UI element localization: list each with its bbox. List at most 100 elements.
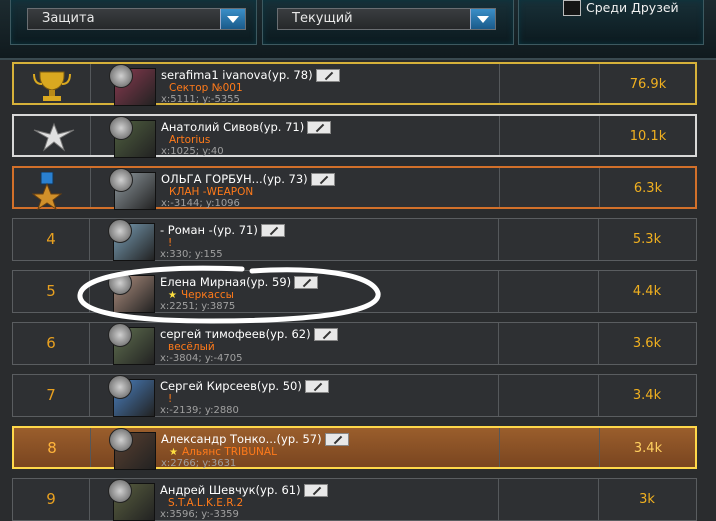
- player-name: Анатолий Сивов(ур. 71): [161, 120, 332, 134]
- player-name: сергей тимофеев(ур. 62): [160, 327, 338, 341]
- player-name-text[interactable]: Александр Тонко...(ур. 57): [161, 432, 322, 446]
- rank-number: 8: [47, 439, 57, 457]
- leaderboard-row[interactable]: 7 Сергей Кирсеев(ур. 50)! x:-2139; y:2880 3…: [12, 374, 697, 417]
- player-score: 6.3k: [633, 181, 663, 196]
- column-divider: [90, 64, 91, 103]
- chevron-down-icon[interactable]: [470, 9, 495, 29]
- clan-name[interactable]: КЛАН -WEAPON: [169, 186, 253, 198]
- clan-emblem-icon: [108, 219, 132, 243]
- rank-number: 9: [46, 490, 56, 508]
- clan-emblem-icon: [109, 64, 133, 88]
- clan-name[interactable]: ★ Альянс TRIBUNAL: [169, 446, 277, 458]
- leaderboard-row[interactable]: 6 сергей тимофеев(ур. 62) весёлый x:-3804; …: [12, 322, 697, 365]
- column-divider: [498, 271, 499, 312]
- pencil-icon[interactable]: [315, 69, 340, 82]
- column-divider: [498, 375, 499, 416]
- player-name-text[interactable]: Анатолий Сивов(ур. 71): [161, 120, 304, 134]
- column-divider: [498, 323, 499, 364]
- player-coordinates: x:330; y:155: [160, 249, 223, 260]
- player-score: 5.3k: [632, 232, 662, 247]
- friends-only-checkbox[interactable]: [563, 0, 581, 16]
- clan-name-text: КЛАН -WEAPON: [169, 186, 254, 198]
- leaderboard-row[interactable]: Анатолий Сивов(ур. 71) Artorius x:1025; y:…: [12, 114, 697, 158]
- category-select-value: Защита: [42, 11, 95, 26]
- clan-emblem-icon: [109, 168, 133, 192]
- clan-emblem-icon: [109, 428, 133, 452]
- clan-name[interactable]: !: [168, 393, 172, 405]
- gold-medal-icon: [32, 68, 72, 120]
- leaderboard-row[interactable]: serafima1 ivanova(ур. 78) Сектор №001 x:51…: [12, 62, 697, 106]
- period-select[interactable]: Текущий: [277, 8, 496, 30]
- clan-name[interactable]: Сектор №001: [169, 82, 243, 94]
- player-score: 10.1k: [629, 129, 667, 144]
- player-name-text[interactable]: сергей тимофеев(ур. 62): [160, 327, 311, 341]
- leaderboard-row[interactable]: 4 - Роман -(ур. 71)! x:330; y:155 5.3k: [12, 218, 697, 261]
- pencil-icon[interactable]: [307, 121, 332, 134]
- clan-name[interactable]: S.T.A.L.K.E.R.2: [168, 497, 243, 509]
- clan-emblem-icon: [109, 116, 133, 140]
- player-score: 3.6k: [632, 336, 662, 351]
- silver-medal-icon: [32, 120, 76, 168]
- column-divider: [499, 168, 500, 207]
- column-divider: [499, 116, 500, 155]
- player-name: Александр Тонко...(ур. 57): [161, 432, 349, 446]
- rank-number: 6: [46, 334, 56, 352]
- player-name: Андрей Шевчук(ур. 61): [160, 483, 328, 497]
- column-divider: [89, 219, 90, 260]
- player-coordinates: x:2766; y:3631: [161, 458, 237, 469]
- player-name-text[interactable]: - Роман -(ур. 71): [160, 223, 258, 237]
- player-score: 4.4k: [632, 284, 662, 299]
- leaderboard-row[interactable]: 8 Александр Тонко...(ур. 57) ★ Альянс TRIBU…: [12, 426, 697, 470]
- column-divider: [89, 323, 90, 364]
- clan-emblem-icon: [108, 323, 132, 347]
- column-divider: [499, 428, 500, 467]
- category-select[interactable]: Защита: [27, 8, 246, 30]
- player-coordinates: x:-3804; y:-4705: [160, 353, 243, 364]
- player-coordinates: x:-2139; y:2880: [160, 405, 239, 416]
- clan-name[interactable]: Artorius: [169, 134, 210, 146]
- rank-medal: [14, 116, 90, 155]
- player-name-text[interactable]: Андрей Шевчук(ур. 61): [160, 483, 301, 497]
- player-score: 3.4k: [632, 388, 662, 403]
- clan-name-text: Сектор №001: [169, 82, 243, 94]
- clan-name-text: Альянс TRIBUNAL: [181, 446, 277, 458]
- period-select-value: Текущий: [292, 11, 353, 26]
- clan-name-text: !: [168, 237, 173, 249]
- rank-medal: [14, 168, 90, 211]
- clan-name[interactable]: весёлый: [168, 341, 215, 353]
- rank-number: 4: [46, 230, 56, 248]
- clan-emblem-icon: [108, 375, 132, 399]
- clan-name[interactable]: !: [168, 237, 172, 249]
- player-coordinates: x:5111; y:-5355: [161, 94, 240, 105]
- pencil-icon[interactable]: [304, 380, 329, 393]
- friends-only-label: Среди Друзей: [586, 0, 679, 15]
- pencil-icon[interactable]: [324, 433, 349, 446]
- player-name-text[interactable]: ОЛЬГА ГОРБУН...(ур. 73): [161, 172, 308, 186]
- rank-medal: [14, 64, 90, 103]
- player-score: 3k: [639, 492, 655, 507]
- pencil-icon[interactable]: [313, 328, 338, 341]
- column-divider: [89, 479, 90, 520]
- player-name: serafima1 ivanova(ур. 78): [161, 68, 340, 82]
- player-score: 3.4k: [633, 441, 663, 456]
- column-divider: [89, 375, 90, 416]
- chevron-down-icon[interactable]: [220, 9, 245, 29]
- column-divider: [498, 479, 499, 520]
- player-name-text[interactable]: serafima1 ivanova(ур. 78): [161, 68, 313, 82]
- clan-name-text: S.T.A.L.K.E.R.2: [168, 497, 244, 509]
- leaderboard-row[interactable]: ОЛЬГА ГОРБУН...(ур. 73) КЛАН -WEAPON x:-31…: [12, 166, 697, 211]
- column-divider: [90, 168, 91, 207]
- player-coordinates: x:1025; y:40: [161, 146, 224, 157]
- pencil-icon[interactable]: [260, 224, 285, 237]
- star-icon: ★: [169, 447, 178, 458]
- filter-bar: Защита Текущий Среди Друзей: [0, 0, 716, 60]
- player-score: 76.9k: [629, 77, 667, 92]
- column-divider: [90, 116, 91, 155]
- clan-emblem-icon: [108, 479, 132, 503]
- column-divider: [498, 219, 499, 260]
- pencil-icon[interactable]: [303, 484, 328, 497]
- player-name-text[interactable]: Сергей Кирсеев(ур. 50): [160, 379, 302, 393]
- pencil-icon[interactable]: [310, 173, 335, 186]
- player-name: - Роман -(ур. 71): [160, 223, 285, 237]
- player-coordinates: x:-3144; y:1096: [161, 198, 240, 209]
